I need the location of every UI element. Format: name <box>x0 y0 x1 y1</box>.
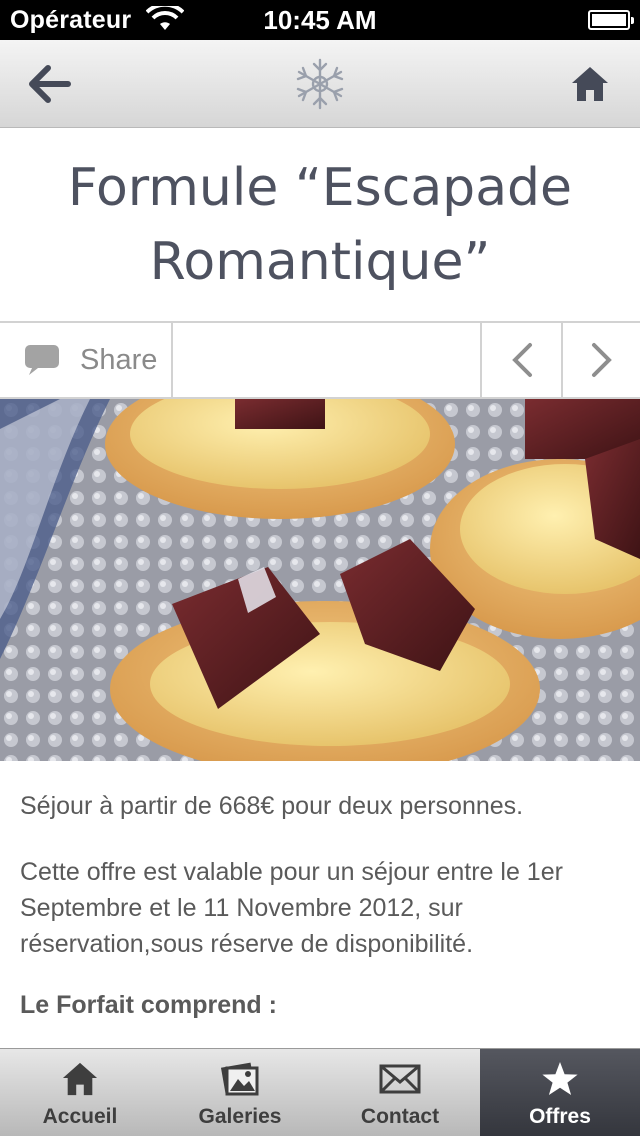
page-title: Formule “Escapade Romantique” <box>67 157 573 292</box>
home-icon <box>572 67 608 101</box>
status-bar: Opérateur 10:45 AM <box>0 0 640 40</box>
previous-button[interactable] <box>480 323 561 397</box>
clock: 10:45 AM <box>263 5 377 35</box>
price-line: Séjour à partir de 668€ pour deux person… <box>20 792 524 820</box>
home-icon <box>62 1062 98 1096</box>
share-button[interactable]: Share <box>0 323 173 397</box>
back-arrow-icon <box>29 65 71 103</box>
tab-offres[interactable]: Offres <box>480 1049 640 1136</box>
tab-label: Galeries <box>198 1105 282 1128</box>
home-button[interactable] <box>566 60 614 108</box>
validity-text: Cette offre est valable pour un séjour e… <box>20 858 563 958</box>
tab-label: Contact <box>360 1105 440 1128</box>
envelope-icon <box>379 1064 421 1094</box>
battery-icon <box>588 10 634 30</box>
snowflake-logo-icon <box>296 58 344 110</box>
tab-contact[interactable]: Contact <box>320 1049 480 1136</box>
next-button[interactable] <box>561 323 640 397</box>
chevron-left-icon <box>511 343 532 377</box>
action-toolbar: Share <box>0 321 640 399</box>
star-icon <box>542 1062 578 1095</box>
tab-accueil[interactable]: Accueil <box>0 1049 160 1136</box>
speech-bubble-icon <box>25 345 59 375</box>
chevron-right-icon <box>591 343 612 377</box>
tab-label: Accueil <box>42 1105 118 1128</box>
gallery-icon <box>220 1062 259 1096</box>
tab-galeries[interactable]: Galeries <box>160 1049 320 1136</box>
tab-bar: Accueil Galeries Contact Offres <box>0 1048 640 1136</box>
back-button[interactable] <box>26 60 74 108</box>
title-area: Formule “Escapade Romantique” <box>0 128 640 321</box>
offer-photo <box>0 399 640 761</box>
navigation-bar <box>0 40 640 128</box>
package-heading: Le Forfait comprend : <box>20 991 277 1019</box>
tab-label: Offres <box>529 1105 591 1128</box>
share-label: Share <box>80 343 158 376</box>
